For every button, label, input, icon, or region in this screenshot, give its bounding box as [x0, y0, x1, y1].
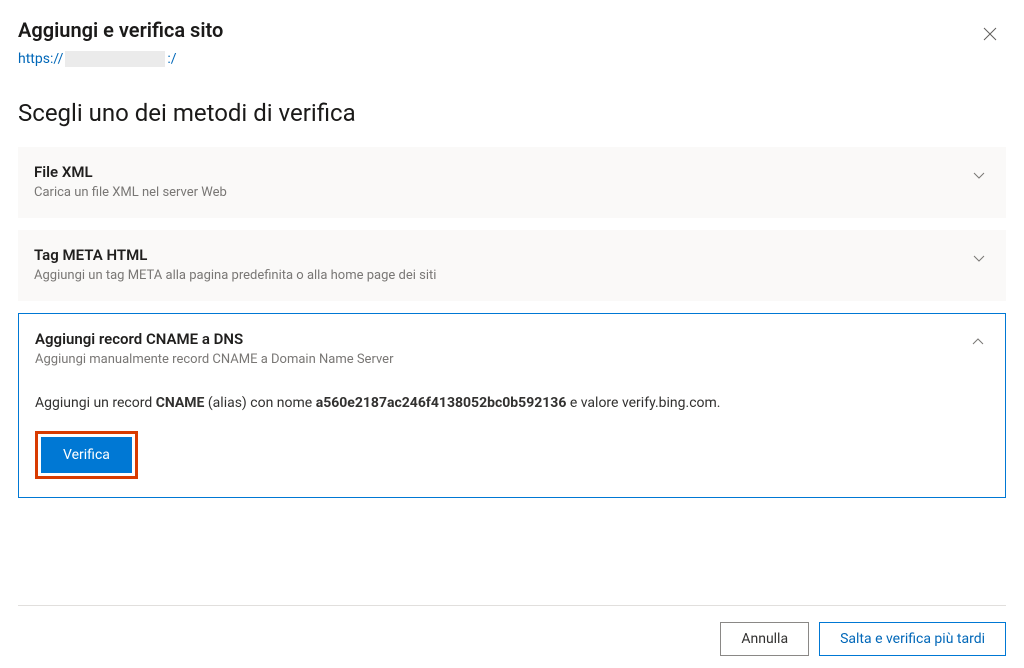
method-card-meta[interactable]: Tag META HTML Aggiungi un tag META alla … — [18, 230, 1006, 301]
method-header-meta: Tag META HTML Aggiungi un tag META alla … — [34, 246, 986, 283]
page-title: Aggiungi e verifica sito — [18, 18, 223, 42]
url-prefix: https:// — [18, 51, 63, 67]
cname-body-bold1: CNAME — [156, 395, 205, 411]
cname-instruction: Aggiungi un record CNAME (alias) con nom… — [35, 395, 985, 411]
method-card-cname[interactable]: Aggiungi record CNAME a DNS Aggiungi man… — [18, 313, 1006, 498]
close-icon — [983, 27, 997, 41]
cname-body-pre: Aggiungi un record — [35, 395, 156, 411]
header-texts: Aggiungi e verifica sito https:// :/ — [18, 18, 223, 67]
close-button[interactable] — [974, 18, 1006, 50]
section-heading: Scegli uno dei metodi di verifica — [18, 99, 1006, 127]
cname-body-mid: (alias) con nome — [204, 395, 315, 411]
method-header-cname: Aggiungi record CNAME a DNS Aggiungi man… — [35, 330, 985, 367]
dialog-header: Aggiungi e verifica sito https:// :/ — [18, 18, 1006, 67]
method-desc-xml: Carica un file XML nel server Web — [34, 185, 960, 200]
skip-button[interactable]: Salta e verifica più tardi — [819, 622, 1006, 656]
cname-body-post: e valore verify.bing.com. — [566, 395, 720, 411]
method-title-meta: Tag META HTML — [34, 246, 960, 264]
dialog-footer: Annulla Salta e verifica più tardi — [18, 605, 1006, 656]
method-card-xml[interactable]: File XML Carica un file XML nel server W… — [18, 147, 1006, 218]
chevron-down-icon — [972, 250, 986, 269]
verify-button[interactable]: Verifica — [41, 437, 132, 473]
method-title-xml: File XML — [34, 163, 960, 181]
url-suffix: :/ — [167, 51, 176, 67]
method-desc-meta: Aggiungi un tag META alla pagina predefi… — [34, 268, 960, 283]
method-desc-cname: Aggiungi manualmente record CNAME a Doma… — [35, 352, 959, 367]
cancel-button[interactable]: Annulla — [720, 622, 809, 656]
site-url[interactable]: https:// :/ — [18, 51, 177, 67]
verify-highlight: Verifica — [35, 431, 138, 479]
method-title-cname: Aggiungi record CNAME a DNS — [35, 330, 959, 348]
cname-body-bold2: a560e2187ac246f4138052bc0b592136 — [316, 395, 567, 411]
chevron-up-icon — [971, 334, 985, 353]
url-redacted — [65, 51, 165, 67]
method-header-xml: File XML Carica un file XML nel server W… — [34, 163, 986, 200]
chevron-down-icon — [972, 167, 986, 186]
